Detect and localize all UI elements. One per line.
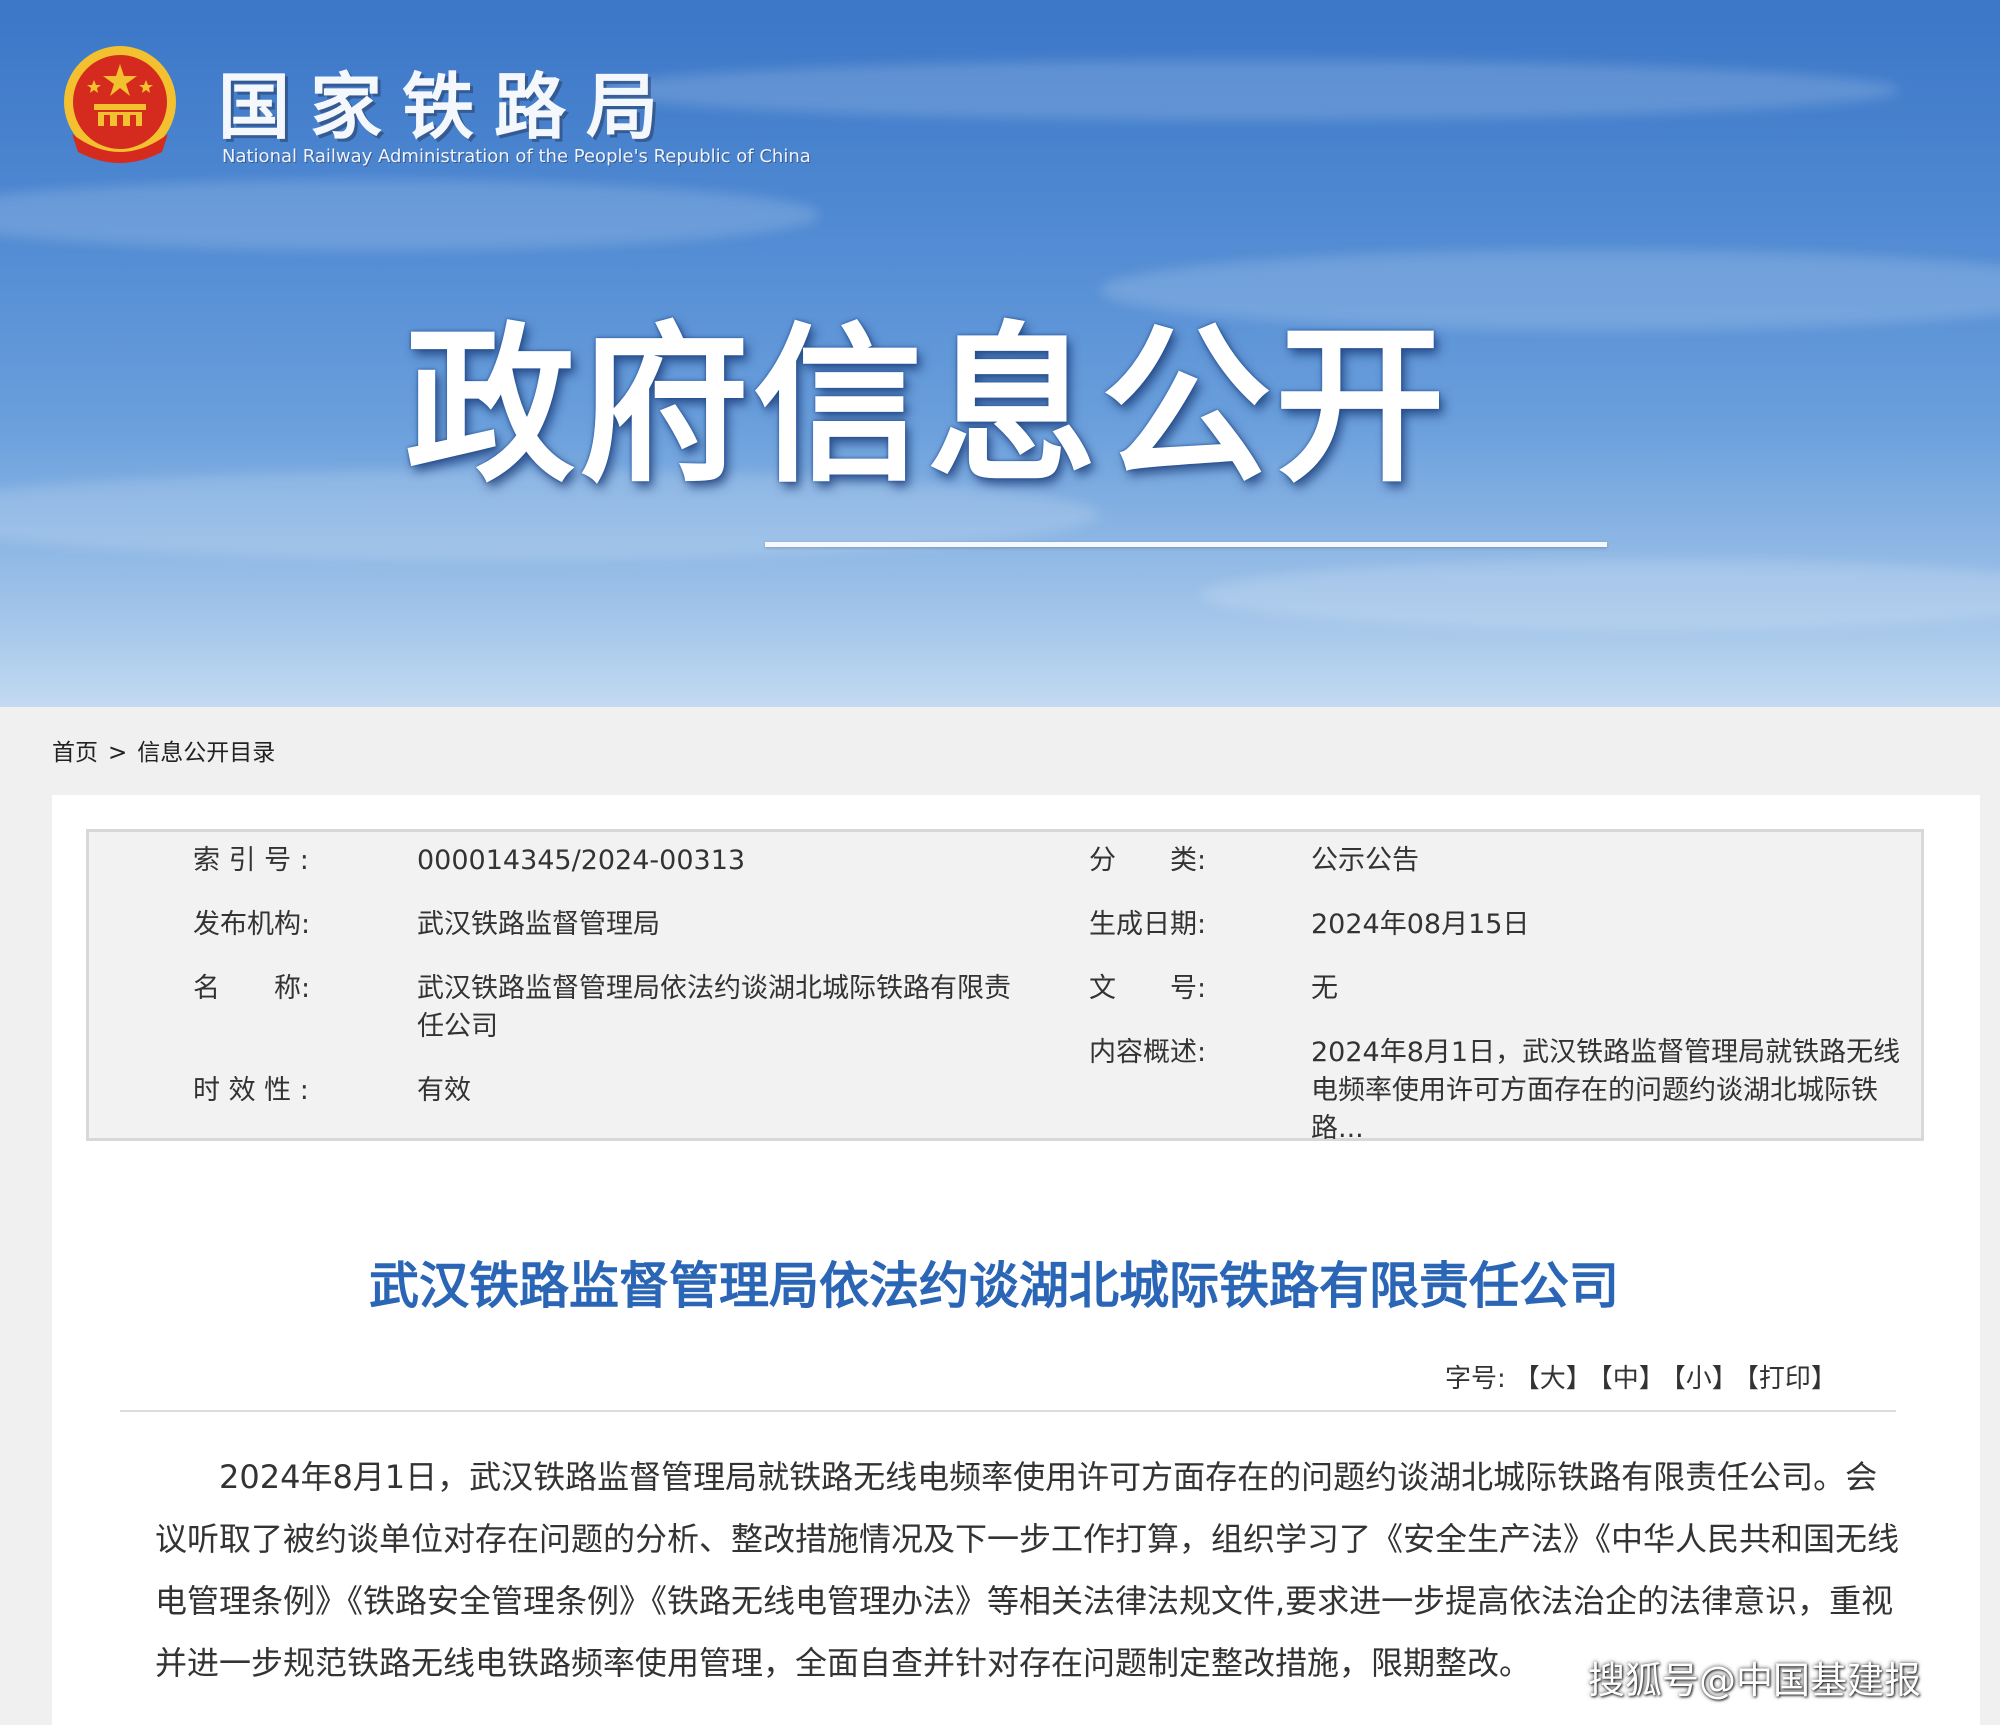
font-small-button[interactable]: 【小】 (1673, 1364, 1738, 1394)
font-size-label: 字号: (1445, 1364, 1506, 1394)
name-value: 武汉铁路监督管理局依法约谈湖北城际铁路有限责任公司 (417, 973, 1011, 1042)
banner-underline (765, 542, 1607, 547)
content-panel: 索 引 号 : 000014345/2024-00313 发布机构: 武汉铁路监… (52, 795, 1980, 1725)
breadcrumb-separator: > (108, 740, 128, 766)
header-banner: 国家铁路局 National Railway Administration of… (0, 0, 2000, 707)
font-size-toolbar: 字号: 【大】 【中】 【小】 【打印】 (1445, 1359, 1837, 1399)
font-large-button[interactable]: 【大】 (1514, 1364, 1592, 1394)
cloud-decoration (0, 180, 820, 250)
metadata-table: 索 引 号 : 000014345/2024-00313 发布机构: 武汉铁路监… (86, 829, 1924, 1144)
breadcrumb-home-link[interactable]: 首页 (52, 740, 98, 766)
source-watermark: 搜狐号@中国基建报 (1588, 1659, 1921, 1702)
index-no-label: 索 引 号 : (193, 845, 309, 876)
doc-no-value: 无 (1311, 973, 1338, 1004)
summary-label: 内容概述: (1089, 1037, 1207, 1068)
cloud-decoration (1200, 560, 2000, 630)
title-divider (120, 1410, 1896, 1412)
validity-label: 时 效 性 : (193, 1075, 309, 1106)
font-medium-button[interactable]: 【中】 (1600, 1364, 1665, 1394)
national-emblem-icon (58, 42, 183, 170)
breadcrumb: 首页 > 信息公开目录 (52, 736, 275, 770)
org-name-cn: 国家铁路局 (218, 65, 679, 149)
org-name-en: National Railway Administration of the P… (222, 146, 811, 167)
publisher-value: 武汉铁路监督管理局 (417, 909, 660, 940)
banner-title: 政府信息公开 (405, 308, 1450, 506)
category-label: 分 类: (1089, 845, 1207, 876)
article-body: 2024年8月1日，武汉铁路监督管理局就铁路无线电频率使用许可方面存在的问题约谈… (155, 1458, 1900, 1682)
date-label: 生成日期: (1089, 909, 1207, 940)
category-value: 公示公告 (1311, 845, 1419, 876)
summary-value: 2024年8月1日，武汉铁路监督管理局就铁路无线电频率使用许可方面存在的问题约谈… (1311, 1037, 1901, 1144)
date-value: 2024年08月15日 (1311, 909, 1530, 940)
print-button[interactable]: 【打印】 (1746, 1364, 1837, 1394)
validity-value: 有效 (417, 1075, 471, 1106)
name-label: 名 称: (193, 973, 311, 1004)
breadcrumb-current-link[interactable]: 信息公开目录 (137, 740, 275, 766)
doc-no-label: 文 号: (1089, 973, 1207, 1004)
index-no-value: 000014345/2024-00313 (417, 845, 746, 876)
cloud-decoration (600, 60, 1900, 120)
publisher-label: 发布机构: (193, 909, 311, 940)
article-title: 武汉铁路监督管理局依法约谈湖北城际铁路有限责任公司 (369, 1257, 1619, 1315)
